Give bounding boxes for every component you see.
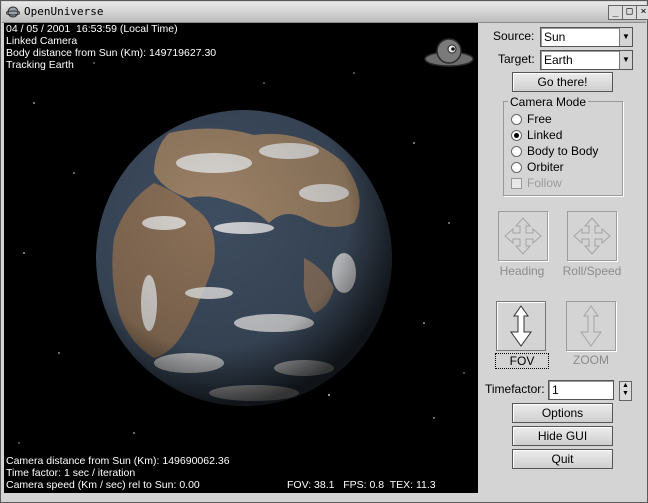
hud-camera-speed: Camera speed (Km / sec) rel to Sun: 0.00 xyxy=(6,479,200,491)
app-icon xyxy=(6,6,20,18)
source-select[interactable]: Sun ▼ xyxy=(540,27,633,47)
options-button[interactable]: Options xyxy=(512,403,613,423)
mode-label: Orbiter xyxy=(527,160,564,174)
space-scene xyxy=(18,38,474,444)
window-title: OpenUniverse xyxy=(24,5,104,18)
hud-tracking: Tracking Earth xyxy=(6,59,74,71)
mode-label: Free xyxy=(527,112,552,126)
minimize-button[interactable]: _ xyxy=(608,5,623,20)
timefactor-label: Timefactor: xyxy=(485,382,545,396)
maximize-button[interactable]: □ xyxy=(622,5,637,20)
heading-label: Heading xyxy=(499,264,545,278)
hide-gui-button[interactable]: Hide GUI xyxy=(512,426,613,446)
earth-globe xyxy=(96,110,392,406)
timefactor-input[interactable]: 1 xyxy=(548,380,614,400)
up-down-arrow-icon xyxy=(580,305,602,347)
zoom-label: ZOOM xyxy=(573,353,609,367)
fov-label: FOV xyxy=(495,353,549,369)
target-label: Target: xyxy=(498,52,535,66)
mode-label: Linked xyxy=(527,128,563,142)
title-bar[interactable]: OpenUniverse _ □ × xyxy=(2,2,648,23)
hud-stats: FOV: 38.1 FPS: 0.8 TEX: 11.3 xyxy=(287,479,436,491)
radio-icon xyxy=(511,146,522,157)
camera-mode-title: Camera Mode xyxy=(508,95,589,109)
up-down-arrow-icon xyxy=(510,305,532,347)
zoom-control[interactable] xyxy=(566,301,616,351)
close-button[interactable]: × xyxy=(636,5,648,20)
radio-checked-icon xyxy=(511,130,522,141)
target-select[interactable]: Earth ▼ xyxy=(540,50,633,70)
openuniverse-logo xyxy=(424,38,474,67)
quit-button[interactable]: Quit xyxy=(512,449,613,469)
radio-icon xyxy=(511,114,522,125)
roll-speed-control[interactable] xyxy=(567,211,617,261)
four-way-arrow-icon xyxy=(504,217,542,255)
checkbox-icon xyxy=(511,178,522,189)
heading-control[interactable] xyxy=(498,211,548,261)
timefactor-spinner[interactable]: ▲ ▼ xyxy=(619,381,632,401)
source-value: Sun xyxy=(544,30,566,44)
mode-label: Body to Body xyxy=(527,144,599,158)
timefactor-value: 1 xyxy=(552,383,559,397)
follow-label: Follow xyxy=(527,176,562,190)
chevron-down-icon[interactable]: ▼ xyxy=(619,28,632,46)
openuniverse-window: OpenUniverse _ □ × 04 / 05 / 2001 16:53:… xyxy=(0,0,648,503)
source-label: Source: xyxy=(493,29,535,43)
target-value: Earth xyxy=(544,53,573,67)
fov-control[interactable] xyxy=(496,301,546,351)
3d-viewport[interactable]: 04 / 05 / 2001 16:53:59 (Local Time) Lin… xyxy=(4,23,478,493)
roll-speed-label: Roll/Speed xyxy=(562,264,622,278)
four-way-arrow-icon xyxy=(573,217,611,255)
chevron-down-icon[interactable]: ▼ xyxy=(619,51,632,69)
control-panel: Source: Sun ▼ Target: Earth ▼ Go there! … xyxy=(481,23,645,499)
go-there-button[interactable]: Go there! xyxy=(512,72,613,92)
radio-icon xyxy=(511,162,522,173)
